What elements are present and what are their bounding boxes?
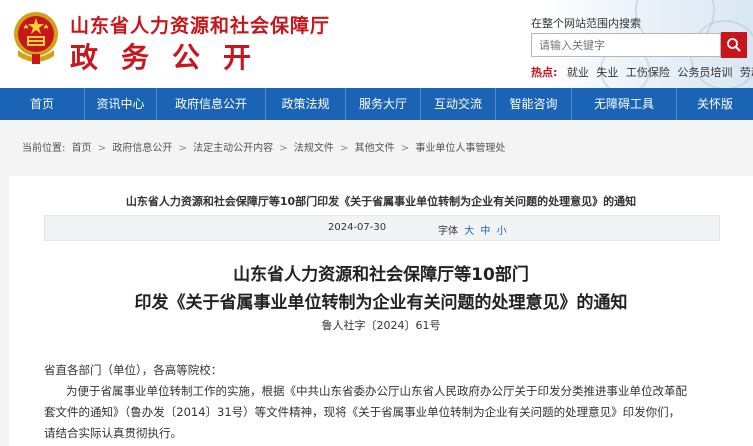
- body-paragraph-line: 套文件的通知》（鲁办发〔2014〕31号）等文件精神，现将《关于省属事业单位转制…: [44, 405, 681, 419]
- hot-keyword[interactable]: 劳动工资: [740, 66, 753, 79]
- nav-item-gov-info[interactable]: 政府信息公开: [157, 88, 266, 120]
- salutation: 省直各部门（单位），各高等院校：: [44, 363, 223, 377]
- font-size-large[interactable]: 大: [464, 226, 474, 237]
- hot-keywords: 热点: 就业 失业 工伤保险 公务员培训 劳动工资: [531, 64, 753, 80]
- breadcrumb-separator: >: [340, 143, 349, 154]
- document-title-line2: 印发《关于省属事业单位转制为企业有关问题的处理意见》的通知: [134, 293, 628, 313]
- main-nav: 首页 资讯中心 政府信息公开 政策法规 服务大厅 互动交流 智能咨询 无障碍工具…: [0, 88, 753, 120]
- notice-title: 山东省人力资源和社会保障厅等10部门印发《关于省属事业单位转制为企业有关问题的处…: [125, 195, 637, 208]
- search-icon: [727, 38, 741, 52]
- article-info-bar: 2024-07-30 字体 大 中 小: [44, 215, 720, 241]
- publish-date: 2024-07-30: [328, 222, 387, 233]
- breadcrumb-item[interactable]: 首页: [72, 143, 92, 154]
- nav-item-service[interactable]: 服务大厅: [346, 88, 421, 120]
- breadcrumb-separator: >: [97, 143, 107, 154]
- nav-item-policy[interactable]: 政策法规: [266, 88, 346, 120]
- breadcrumb-separator: >: [178, 143, 187, 154]
- article-card: 山东省人力资源和社会保障厅等10部门印发《关于省属事业单位转制为企业有关问题的处…: [9, 176, 753, 446]
- section-title: 政务公开: [70, 41, 275, 74]
- breadcrumb-item[interactable]: 法规文件: [294, 143, 334, 154]
- font-size-label: 字体: [438, 226, 458, 237]
- nav-item-news[interactable]: 资讯中心: [85, 88, 157, 120]
- nav-item-interaction[interactable]: 互动交流: [421, 88, 496, 120]
- hot-keyword[interactable]: 失业: [596, 66, 618, 79]
- document-title-line1: 山东省人力资源和社会保障厅等10部门: [233, 265, 529, 285]
- search-input[interactable]: [531, 33, 721, 57]
- nav-item-home[interactable]: 首页: [0, 88, 85, 120]
- hot-keyword[interactable]: 就业: [567, 66, 589, 79]
- body-paragraph-line: 请结合实际认真贯彻执行。: [44, 426, 182, 440]
- search-scope-label: 在整个网站范围内搜索: [531, 17, 641, 30]
- hot-label: 热点:: [531, 66, 558, 79]
- body-paragraph-line: 为便于省属事业单位转制工作的实施，根据《中共山东省委办公厅山东省人民政府办公厅关…: [66, 384, 687, 398]
- national-emblem-icon: [14, 12, 58, 64]
- breadcrumb-item[interactable]: 其他文件: [355, 143, 395, 154]
- hot-keyword[interactable]: 工伤保险: [626, 66, 670, 79]
- breadcrumb-separator: >: [400, 143, 410, 154]
- nav-item-care-mode[interactable]: 关怀版: [677, 88, 753, 120]
- site-header: 山东省人力资源和社会保障厅 政务公开 在整个网站范围内搜索 热点: 就业 失业 …: [0, 0, 753, 88]
- font-size-medium[interactable]: 中: [480, 226, 490, 237]
- hot-keyword[interactable]: 公务员培训: [677, 66, 732, 79]
- document-number: 鲁人社字〔2024〕61号: [321, 319, 441, 332]
- site-title: 山东省人力资源和社会保障厅: [70, 15, 331, 37]
- breadcrumb-prefix: 当前位置:: [22, 143, 66, 154]
- font-size-small[interactable]: 小: [497, 226, 507, 237]
- breadcrumb-item[interactable]: 法定主动公开内容: [193, 143, 273, 154]
- breadcrumb-separator: >: [279, 143, 288, 154]
- breadcrumb-item[interactable]: 政府信息公开: [112, 143, 172, 154]
- breadcrumb-item[interactable]: 事业单位人事管理处: [415, 143, 505, 154]
- breadcrumb: 当前位置: 首页 > 政府信息公开 > 法定主动公开内容 > 法规文件 > 其他…: [22, 139, 508, 154]
- search-button[interactable]: [721, 32, 747, 58]
- nav-item-accessibility[interactable]: 无障碍工具: [572, 88, 677, 120]
- nav-item-smart-consult[interactable]: 智能咨询: [496, 88, 572, 120]
- font-size-control: 字体 大 中 小: [438, 222, 507, 237]
